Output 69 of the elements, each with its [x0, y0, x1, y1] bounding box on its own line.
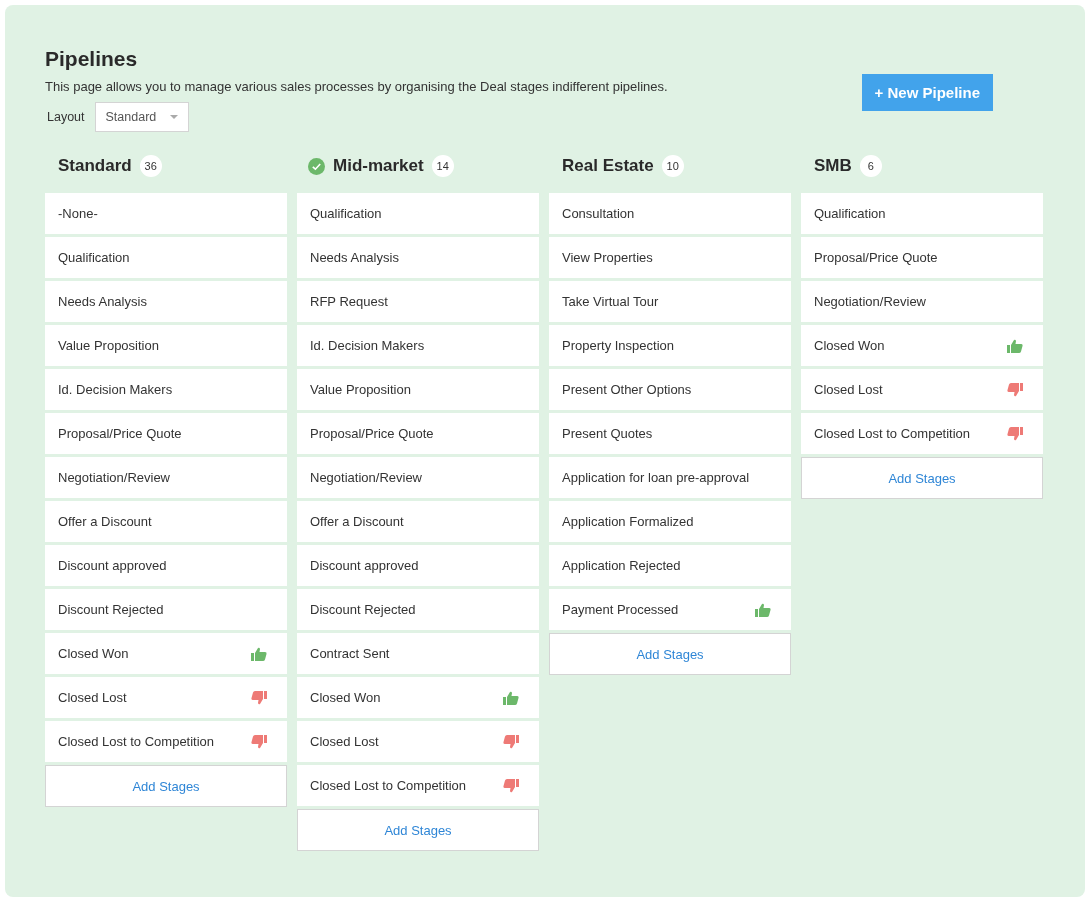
layout-dropdown[interactable]: Standard	[94, 102, 190, 132]
thumbs-up-icon	[755, 602, 771, 617]
stage-item[interactable]: RFP Request	[297, 281, 539, 322]
stage-item[interactable]: Offer a Discount	[45, 501, 287, 542]
thumbs-down-icon	[1007, 382, 1023, 397]
stage-item[interactable]: Take Virtual Tour	[549, 281, 791, 322]
pipeline-name: Mid-market	[333, 156, 424, 176]
pipeline-name: Standard	[58, 156, 132, 176]
add-stages-button[interactable]: Add Stages	[549, 633, 791, 675]
stage-item[interactable]: Payment Processed	[549, 589, 791, 630]
page-title: Pipelines	[45, 47, 139, 71]
page-description: This page allows you to manage various sales processes by organising the Deal stages indifferent pipelines.	[45, 79, 668, 94]
stage-count: 6	[859, 155, 882, 177]
stage-item[interactable]: Closed Lost	[45, 677, 287, 718]
stage-item[interactable]: Present Other Options	[549, 369, 791, 410]
stage-item[interactable]: Id. Decision Makers	[297, 325, 539, 366]
stage-item[interactable]: Application for loan pre-approval	[549, 457, 791, 498]
stage-item[interactable]: Needs Analysis	[297, 237, 539, 278]
thumbs-down-icon	[251, 734, 267, 749]
stage-item[interactable]: Contract Sent	[297, 633, 539, 674]
stage-item[interactable]: Qualification	[801, 193, 1043, 234]
stage-item[interactable]: Closed Lost to Competition	[45, 721, 287, 762]
stage-item[interactable]: Value Proposition	[297, 369, 539, 410]
thumbs-down-icon	[251, 690, 267, 705]
layout-label: Layout	[47, 110, 85, 124]
stage-item[interactable]: Negotiation/Review	[45, 457, 287, 498]
stage-item[interactable]: Offer a Discount	[297, 501, 539, 542]
thumbs-down-icon	[503, 778, 519, 793]
pipeline-name: Real Estate	[562, 156, 654, 176]
stage-item[interactable]: Qualification	[45, 237, 287, 278]
thumbs-up-icon	[1007, 338, 1023, 353]
add-stages-button[interactable]: Add Stages	[297, 809, 539, 851]
stage-item[interactable]: Closed Lost to Competition	[297, 765, 539, 806]
add-stages-button[interactable]: Add Stages	[45, 765, 287, 807]
stage-item[interactable]: Discount Rejected	[297, 589, 539, 630]
stage-item[interactable]: Closed Won	[45, 633, 287, 674]
stage-item[interactable]: Proposal/Price Quote	[45, 413, 287, 454]
stage-count: 10	[661, 155, 684, 177]
stage-item[interactable]: Proposal/Price Quote	[801, 237, 1043, 278]
thumbs-up-icon	[251, 646, 267, 661]
stage-item[interactable]: Closed Lost	[801, 369, 1043, 410]
stage-item[interactable]: Proposal/Price Quote	[297, 413, 539, 454]
stage-item[interactable]: Closed Lost	[297, 721, 539, 762]
stage-item[interactable]: Property Inspection	[549, 325, 791, 366]
stage-count: 14	[431, 155, 454, 177]
stage-item[interactable]: Negotiation/Review	[801, 281, 1043, 322]
stage-item[interactable]: Id. Decision Makers	[45, 369, 287, 410]
stage-item[interactable]: Value Proposition	[45, 325, 287, 366]
thumbs-down-icon	[503, 734, 519, 749]
stage-item[interactable]: -None-	[45, 193, 287, 234]
pipeline-name: SMB	[814, 156, 852, 176]
stage-item[interactable]: Closed Lost to Competition	[801, 413, 1043, 454]
stage-item[interactable]: Consultation	[549, 193, 791, 234]
stage-item[interactable]: Application Rejected	[549, 545, 791, 586]
stage-item[interactable]: Closed Won	[297, 677, 539, 718]
stage-count: 36	[139, 155, 162, 177]
stage-item[interactable]: Needs Analysis	[45, 281, 287, 322]
thumbs-down-icon	[1007, 426, 1023, 441]
stage-item[interactable]: View Properties	[549, 237, 791, 278]
stage-item[interactable]: Closed Won	[801, 325, 1043, 366]
stage-item[interactable]: Discount approved	[297, 545, 539, 586]
stage-item[interactable]: Qualification	[297, 193, 539, 234]
stage-item[interactable]: Negotiation/Review	[297, 457, 539, 498]
stage-item[interactable]: Discount approved	[45, 545, 287, 586]
stage-item[interactable]: Discount Rejected	[45, 589, 287, 630]
stage-item[interactable]: Application Formalized	[549, 501, 791, 542]
add-stages-button[interactable]: Add Stages	[801, 457, 1043, 499]
stage-item[interactable]: Present Quotes	[549, 413, 791, 454]
thumbs-up-icon	[503, 690, 519, 705]
